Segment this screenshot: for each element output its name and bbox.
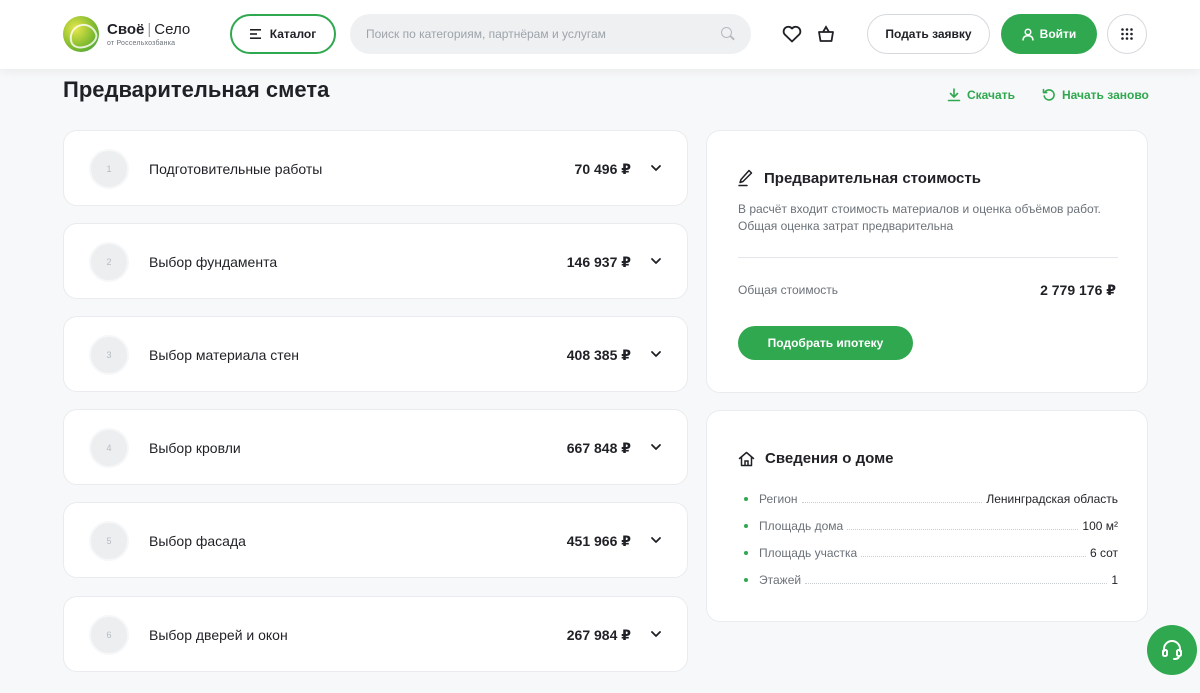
step-price: 408 385 ₽ (566, 347, 631, 363)
step-title: Выбор материала стен (149, 347, 300, 363)
logo-icon (63, 16, 99, 52)
step-price: 451 966 ₽ (566, 533, 631, 549)
info-label: Площадь участка (759, 546, 858, 560)
divider (738, 257, 1118, 258)
house-panel-title: Сведения о доме (765, 450, 894, 467)
step-price: 146 937 ₽ (566, 254, 631, 270)
chevron-down-icon[interactable] (649, 533, 663, 547)
search-input[interactable] (366, 27, 721, 41)
pen-icon (738, 169, 753, 187)
info-value: 100 м² (1082, 519, 1118, 533)
cost-panel-header: Предварительная стоимость (738, 169, 981, 187)
total-label: Общая стоимость (738, 283, 838, 297)
logo-title: Своё | Село (107, 21, 191, 38)
login-label: Войти (1039, 27, 1077, 41)
chevron-down-icon[interactable] (649, 627, 663, 641)
chevron-down-icon[interactable] (649, 254, 663, 268)
step-card[interactable]: 3 Выбор материала стен 408 385 ₽ (63, 316, 688, 392)
page-title: Предварительная смета (63, 77, 330, 102)
step-number: 4 (89, 428, 129, 468)
catalog-label: Каталог (269, 27, 317, 41)
login-button[interactable]: Войти (1001, 14, 1097, 54)
step-card[interactable]: 4 Выбор кровли 667 848 ₽ (63, 409, 688, 485)
download-link[interactable]: Скачать (947, 88, 1015, 102)
info-label: Площадь дома (759, 519, 844, 533)
info-row-house-area: Площадь дома 100 м² (744, 517, 1118, 533)
headset-icon (1162, 640, 1182, 660)
step-price: 667 848 ₽ (566, 440, 631, 456)
step-title: Выбор фундамента (149, 254, 278, 270)
logo-subtitle: от Россельхозбанка (107, 40, 176, 47)
user-icon (1021, 27, 1034, 41)
step-card[interactable]: 1 Подготовительные работы 70 496 ₽ (63, 130, 688, 206)
favorites-heart-icon[interactable] (780, 22, 804, 46)
step-card[interactable]: 2 Выбор фундамента 146 937 ₽ (63, 223, 688, 299)
support-chat-button[interactable] (1147, 625, 1197, 675)
house-icon (738, 451, 755, 466)
step-card[interactable]: 5 Выбор фасада 451 966 ₽ (63, 502, 688, 578)
step-number: 2 (89, 242, 129, 282)
grid-dots-icon (1121, 28, 1133, 40)
cost-panel-title: Предварительная стоимость (764, 169, 981, 187)
info-label: Регион (759, 492, 798, 506)
info-label: Этажей (759, 573, 802, 587)
step-number: 1 (89, 149, 129, 189)
restart-icon (1042, 88, 1055, 101)
house-info-panel: Сведения о доме Регион Ленинградская обл… (706, 410, 1148, 622)
bullet-dot (744, 551, 748, 555)
step-number: 5 (89, 521, 129, 561)
header: Своё|Село от Россельхозбанка Каталог Под… (0, 0, 1200, 69)
restart-label: Начать заново (1062, 88, 1149, 102)
info-value: 6 сот (1089, 546, 1118, 560)
step-title: Подготовительные работы (149, 161, 323, 177)
cost-panel: Предварительная стоимость В расчёт входи… (706, 130, 1148, 393)
step-number: 6 (89, 615, 129, 655)
search-bar[interactable] (350, 14, 751, 54)
restart-link[interactable]: Начать заново (1042, 88, 1149, 102)
total-value: 2 779 176 ₽ (1040, 282, 1116, 298)
step-card[interactable]: 6 Выбор дверей и окон 267 984 ₽ (63, 596, 688, 672)
apps-grid-button[interactable] (1107, 14, 1147, 54)
step-price: 267 984 ₽ (566, 627, 631, 643)
mortgage-button[interactable]: Подобрать ипотеку (738, 326, 913, 360)
info-value: 1 (1111, 573, 1118, 587)
bullet-dot (744, 497, 748, 501)
step-title: Выбор фасада (149, 533, 246, 549)
step-title: Выбор кровли (149, 440, 241, 456)
info-row-floors: Этажей 1 (744, 571, 1118, 587)
menu-lines-icon (249, 27, 262, 42)
chevron-down-icon[interactable] (649, 440, 663, 454)
search-icon[interactable] (721, 27, 735, 41)
download-label: Скачать (967, 88, 1015, 102)
house-panel-header: Сведения о доме (738, 450, 894, 467)
cost-description: В расчёт входит стоимость материалов и о… (738, 202, 1101, 233)
download-icon (947, 88, 961, 102)
info-row-region: Регион Ленинградская область (744, 490, 1118, 506)
bullet-dot (744, 578, 748, 582)
logo[interactable]: Своё | Село от Россельхозбанка (63, 16, 190, 52)
apply-button[interactable]: Подать заявку (867, 14, 990, 54)
step-title: Выбор дверей и окон (149, 627, 288, 643)
basket-icon[interactable] (814, 22, 838, 46)
info-row-plot-area: Площадь участка 6 сот (744, 544, 1118, 560)
step-price: 70 496 ₽ (574, 161, 631, 177)
chevron-down-icon[interactable] (649, 161, 663, 175)
chevron-down-icon[interactable] (649, 347, 663, 361)
catalog-button[interactable]: Каталог (230, 14, 336, 54)
bullet-dot (744, 524, 748, 528)
step-number: 3 (89, 335, 129, 375)
info-value: Ленинградская область (986, 492, 1118, 506)
